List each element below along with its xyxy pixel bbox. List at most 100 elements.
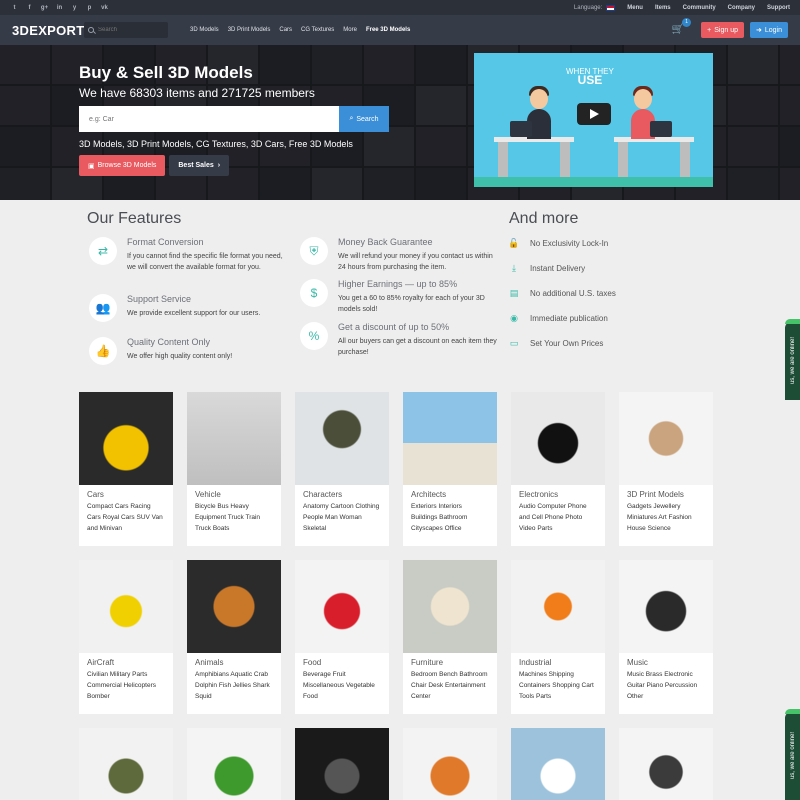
category-thumbnail[interactable]: [511, 392, 605, 485]
nav-link-cars[interactable]: Cars: [279, 27, 292, 33]
category-name[interactable]: Electronics: [511, 485, 605, 501]
category-thumbnail[interactable]: [187, 728, 281, 800]
site-logo[interactable]: 3DEXPORT: [12, 23, 84, 38]
category-name[interactable]: Furniture: [403, 653, 497, 669]
hero-search-button[interactable]: ⌕ Search: [339, 106, 389, 132]
hero-search-input[interactable]: [79, 106, 339, 132]
category-thumbnail[interactable]: [403, 392, 497, 485]
feature-desc: You get a 60 to 85% royalty for each of …: [338, 295, 485, 313]
category-subcategories[interactable]: Music Brass Electronic Guitar Piano Perc…: [619, 669, 713, 702]
language-selector[interactable]: Language:: [574, 4, 616, 11]
category-name[interactable]: Cars: [79, 485, 173, 501]
category-name[interactable]: Food: [295, 653, 389, 669]
category-subcategories[interactable]: Civilian Military Parts Commercial Helic…: [79, 669, 173, 702]
features-section: Our Features ⇄ Format Conversion If you …: [0, 200, 800, 390]
online-chat-tab-2[interactable]: us, we are online!: [785, 709, 800, 800]
vk-icon[interactable]: vk: [100, 5, 109, 11]
category-card[interactable]: Characters Anatomy Cartoon Clothing Peopl…: [295, 392, 389, 546]
category-name[interactable]: Music: [619, 653, 713, 669]
category-card[interactable]: [619, 728, 713, 800]
login-button[interactable]: ➜ Login: [749, 22, 788, 38]
best-sales-button[interactable]: Best Sales ›: [169, 155, 230, 176]
feature-desc: If you cannot find the specific file for…: [127, 253, 283, 271]
cart-icon[interactable]: 🛒 1: [671, 18, 692, 37]
category-thumbnail[interactable]: [403, 560, 497, 653]
category-card[interactable]: [187, 728, 281, 800]
category-thumbnail[interactable]: [295, 728, 389, 800]
category-card[interactable]: [295, 728, 389, 800]
category-card[interactable]: 3D Print Models Gadgets Jewellery Miniatu…: [619, 392, 713, 546]
top-link-items[interactable]: Items: [655, 5, 671, 11]
category-card[interactable]: [79, 728, 173, 800]
nav-link-cg-textures[interactable]: CG Textures: [301, 27, 334, 33]
category-thumbnail[interactable]: [79, 392, 173, 485]
category-card[interactable]: Music Music Brass Electronic Guitar Piano…: [619, 560, 713, 714]
nav-link-3d-print-models[interactable]: 3D Print Models: [228, 27, 271, 33]
category-card[interactable]: Vehicle Bicycle Bus Heavy Equipment Truck…: [187, 392, 281, 546]
category-subcategories[interactable]: Bicycle Bus Heavy Equipment Truck Train …: [187, 501, 281, 534]
category-card[interactable]: Industrial Machines Shipping Containers S…: [511, 560, 605, 714]
category-card[interactable]: Furniture Bedroom Bench Bathroom Chair De…: [403, 560, 497, 714]
browse-3d-models-button[interactable]: ▣ Browse 3D Models: [79, 155, 166, 176]
category-subcategories[interactable]: Compact Cars Racing Cars Royal Cars SUV …: [79, 501, 173, 534]
category-subcategories[interactable]: Audio Computer Phone and Cell Phone Phot…: [511, 501, 605, 534]
shield-icon: ⛨: [300, 237, 328, 265]
category-thumbnail[interactable]: [511, 560, 605, 653]
nav-link-more[interactable]: More: [343, 27, 357, 33]
category-name[interactable]: Industrial: [511, 653, 605, 669]
category-card[interactable]: Architects Exteriors Interiors Buildings …: [403, 392, 497, 546]
category-thumbnail[interactable]: [295, 560, 389, 653]
category-card[interactable]: AirCraft Civilian Military Parts Commerci…: [79, 560, 173, 714]
top-link-support[interactable]: Support: [767, 5, 790, 11]
category-name[interactable]: AirCraft: [79, 653, 173, 669]
category-card[interactable]: [403, 728, 497, 800]
category-thumbnail[interactable]: [79, 728, 173, 800]
online-chat-tab[interactable]: us, we are online!: [785, 319, 800, 400]
category-thumbnail[interactable]: [79, 560, 173, 653]
nav-link-free-3d-models[interactable]: Free 3D Models: [366, 27, 410, 33]
category-card[interactable]: Cars Compact Cars Racing Cars Royal Cars …: [79, 392, 173, 546]
category-name[interactable]: Architects: [403, 485, 497, 501]
category-subcategories[interactable]: Beverage Fruit Miscellaneous Vegetable F…: [295, 669, 389, 702]
play-icon[interactable]: [577, 103, 611, 125]
nav-search[interactable]: [84, 22, 168, 38]
category-thumbnail[interactable]: [511, 728, 605, 800]
youtube-icon[interactable]: y: [70, 5, 79, 11]
category-subcategories[interactable]: Bedroom Bench Bathroom Chair Desk Entert…: [403, 669, 497, 702]
top-link-community[interactable]: Community: [683, 5, 716, 11]
signup-button[interactable]: + Sign up: [701, 22, 744, 38]
category-subcategories[interactable]: Gadgets Jewellery Miniatures Art Fashion…: [619, 501, 713, 534]
category-subcategories[interactable]: Amphibians Aquatic Crab Dolphin Fish Jel…: [187, 669, 281, 702]
category-name[interactable]: Vehicle: [187, 485, 281, 501]
category-subcategories[interactable]: Machines Shipping Containers Shopping Ca…: [511, 669, 605, 702]
facebook-icon[interactable]: f: [25, 5, 34, 11]
category-name[interactable]: Characters: [295, 485, 389, 501]
top-link-menu[interactable]: Menu: [627, 5, 643, 11]
category-card[interactable]: [511, 728, 605, 800]
category-thumbnail[interactable]: [619, 728, 713, 800]
category-subcategories[interactable]: Anatomy Cartoon Clothing People Man Woma…: [295, 501, 389, 534]
category-thumbnail[interactable]: [403, 728, 497, 800]
twitter-icon[interactable]: t: [10, 5, 19, 11]
category-thumbnail[interactable]: [619, 560, 713, 653]
category-thumbnail[interactable]: [619, 392, 713, 485]
arrows-icon: ⇄: [89, 237, 117, 265]
unlock-icon: 🔓: [508, 238, 520, 248]
category-card[interactable]: Electronics Audio Computer Phone and Cell…: [511, 392, 605, 546]
category-name[interactable]: 3D Print Models: [619, 485, 713, 501]
category-thumbnail[interactable]: [187, 560, 281, 653]
nav-search-input[interactable]: [98, 27, 158, 33]
category-thumbnail[interactable]: [187, 392, 281, 485]
pinterest-icon[interactable]: p: [85, 5, 94, 11]
category-subcategories[interactable]: Exteriors Interiors Buildings Bathroom C…: [403, 501, 497, 534]
category-thumbnail[interactable]: [295, 392, 389, 485]
google-plus-icon[interactable]: g+: [40, 5, 49, 11]
category-card[interactable]: Animals Amphibians Aquatic Crab Dolphin F…: [187, 560, 281, 714]
feature-quality-content: 👍 Quality Content Only We offer high qua…: [89, 337, 289, 365]
nav-link-3d-models[interactable]: 3D Models: [190, 27, 219, 33]
promo-video[interactable]: WHEN THEY USE: [474, 53, 713, 187]
top-link-company[interactable]: Company: [728, 5, 755, 11]
category-card[interactable]: Food Beverage Fruit Miscellaneous Vegetab…: [295, 560, 389, 714]
category-name[interactable]: Animals: [187, 653, 281, 669]
linkedin-icon[interactable]: in: [55, 5, 64, 11]
